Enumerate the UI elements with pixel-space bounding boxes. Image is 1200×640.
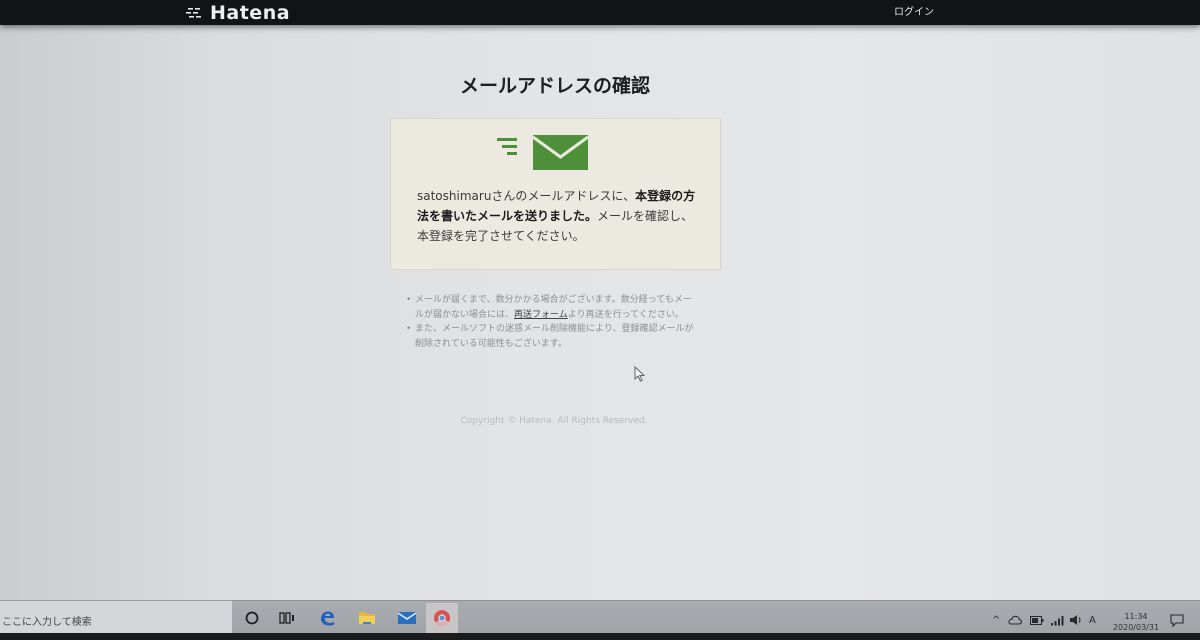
- resend-form-link[interactable]: 再送フォーム: [514, 310, 568, 320]
- cortana-icon: [245, 611, 259, 625]
- search-placeholder: ここに入力して検索: [2, 617, 92, 628]
- ime-mode-label: A: [1089, 614, 1096, 626]
- monitor-bezel: [0, 633, 1200, 640]
- note2-text: また、メールソフトの迷惑メール削除機能により、登録確認メールが削除されている可能…: [415, 324, 694, 349]
- ime-mode-button[interactable]: A: [1089, 612, 1096, 628]
- clock-date: 2020/03/31: [1112, 623, 1160, 632]
- hatena-logo[interactable]: Hatena: [186, 0, 290, 25]
- onedrive-icon: [1008, 615, 1022, 625]
- list-item: • また、メールソフトの迷惑メール削除機能により、登録確認メールが削除されている可…: [406, 322, 698, 351]
- bullet: •: [406, 295, 412, 305]
- edge-button[interactable]: [311, 603, 343, 633]
- confirmation-message: satoshimaruさんのメールアドレスに、本登録の方法を書いたメールを送りま…: [417, 186, 702, 246]
- taskbar-clock[interactable]: 11:34 2020/03/31: [1108, 611, 1164, 633]
- envelope-icon: [497, 135, 589, 170]
- chevron-up-icon: ^: [992, 614, 1001, 626]
- action-center-button[interactable]: [1170, 612, 1184, 628]
- battery-button[interactable]: [1030, 612, 1044, 628]
- login-link[interactable]: ログイン: [894, 3, 934, 18]
- task-view-icon: [279, 612, 294, 624]
- volume-button[interactable]: [1069, 612, 1083, 628]
- battery-icon: [1030, 615, 1044, 625]
- screen: Hatena ログイン メールアドレスの確認 satoshimaruさんのメール…: [0, 0, 1200, 640]
- confirmation-card: satoshimaruさんのメールアドレスに、本登録の方法を書いたメールを送りま…: [390, 118, 721, 270]
- mouse-cursor-icon: [634, 366, 645, 382]
- chrome-icon: [434, 610, 450, 627]
- clock-time: 11:34: [1124, 612, 1148, 621]
- tray-overflow-button[interactable]: ^: [992, 612, 1000, 628]
- note1-text-after: より再送を行ってください。: [567, 309, 684, 320]
- bullet: •: [406, 324, 412, 334]
- list-item: • メールが届くまで、数分かかる場合がございます。数分経ってもメールが届かない場合…: [406, 293, 698, 322]
- copyright: Copyright © Hatena. All Rights Reserved.: [460, 416, 648, 426]
- onedrive-button[interactable]: [1008, 612, 1022, 628]
- hatena-logo-icon: [186, 7, 201, 18]
- edge-icon: [321, 611, 334, 626]
- action-center-icon: [1170, 613, 1184, 627]
- chrome-button[interactable]: [426, 603, 458, 633]
- cortana-button[interactable]: [236, 603, 268, 633]
- mail-app-button[interactable]: [391, 603, 423, 633]
- brand-name: Hatena: [210, 1, 291, 24]
- wifi-button[interactable]: [1050, 612, 1064, 628]
- task-view-button[interactable]: [271, 603, 303, 633]
- wifi-icon: [1051, 615, 1064, 625]
- message-part1: satoshimaruさんのメールアドレスに、: [417, 189, 636, 203]
- site-header: Hatena ログイン: [0, 0, 1200, 25]
- volume-icon: [1070, 615, 1081, 625]
- notes-list: • メールが届くまで、数分かかる場合がございます。数分経ってもメールが届かない場合…: [406, 293, 698, 351]
- file-explorer-button[interactable]: [351, 603, 383, 633]
- page-title: メールアドレスの確認: [459, 75, 650, 97]
- mail-app-icon: [397, 612, 417, 624]
- file-explorer-icon: [359, 612, 375, 624]
